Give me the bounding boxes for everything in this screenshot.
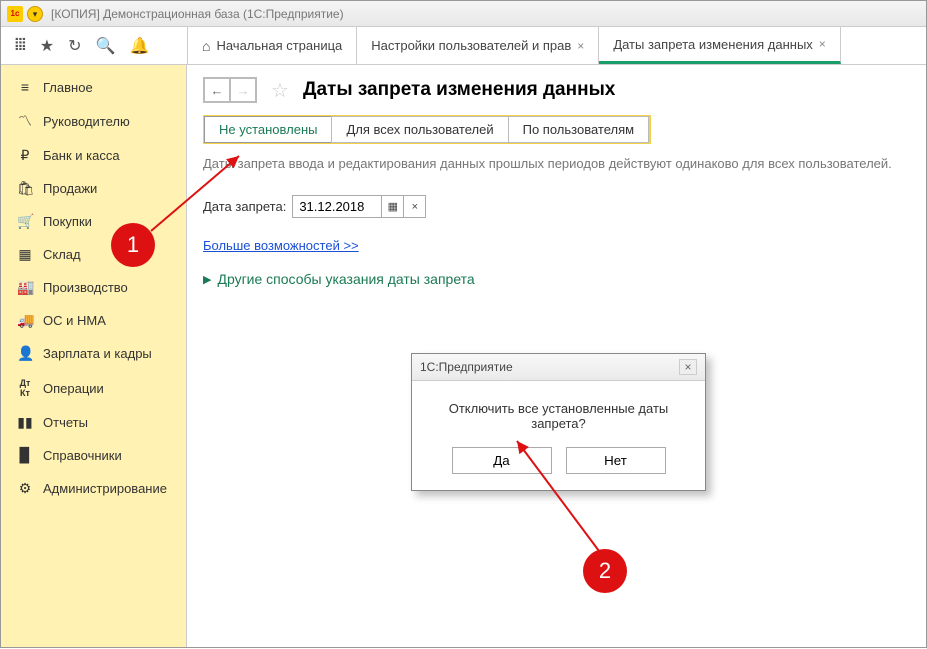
sidebar: ≡Главное 〽Руководителю ₽Банк и касса 🛍Пр… (1, 65, 187, 647)
gear-icon: ⚙ (17, 480, 33, 497)
home-icon: ⌂ (202, 38, 210, 54)
tab-home[interactable]: ⌂ Начальная страница (188, 27, 357, 64)
dtkt-icon: ДтКт (17, 378, 33, 398)
sidebar-item-manager[interactable]: 〽Руководителю (1, 103, 186, 139)
book-icon: ▉ (17, 447, 33, 464)
chart-icon: 〽 (17, 111, 33, 131)
sidebar-item-reports[interactable]: ▮▮Отчеты (1, 406, 186, 439)
dialog-close-icon[interactable]: × (679, 359, 697, 375)
page-title: Даты запрета изменения данных (303, 79, 615, 101)
notifications-icon[interactable]: 🔔 (129, 36, 149, 56)
tab-user-settings[interactable]: Настройки пользователей и прав × (357, 27, 599, 64)
sidebar-item-references[interactable]: ▉Справочники (1, 439, 186, 472)
segment-not-set[interactable]: Не установлены (204, 116, 332, 143)
sidebar-item-assets[interactable]: 🚚ОС и НМА (1, 304, 186, 337)
segment-by-user[interactable]: По пользователям (508, 116, 649, 143)
app-menu-icon[interactable]: ▾ (27, 6, 43, 22)
date-input-group: ▦ × (292, 195, 426, 218)
no-button[interactable]: Нет (566, 447, 666, 474)
dialog-message: Отключить все установленные даты запрета… (412, 381, 705, 441)
tab-label: Даты запрета изменения данных (613, 37, 812, 52)
tab-label: Настройки пользователей и прав (371, 38, 571, 53)
sidebar-item-sales[interactable]: 🛍Продажи (1, 172, 186, 205)
forward-button[interactable]: → (230, 78, 256, 102)
sidebar-item-admin[interactable]: ⚙Администрирование (1, 472, 186, 505)
calendar-icon[interactable]: ▦ (382, 195, 404, 218)
tab-label: Начальная страница (216, 38, 342, 53)
sidebar-item-warehouse[interactable]: ▦Склад (1, 238, 186, 271)
dialog-title-text: 1С:Предприятие (420, 360, 513, 374)
other-methods-expander[interactable]: ▶ Другие способы указания даты запрета (203, 271, 910, 287)
yes-button[interactable]: Да (452, 447, 552, 474)
ruble-icon: ₽ (17, 147, 33, 164)
menu-icon: ≡ (17, 79, 33, 95)
annotation-marker-1: 1 (111, 223, 155, 267)
close-icon[interactable]: × (577, 39, 584, 53)
mode-selector: Не установлены Для всех пользователей По… (203, 115, 651, 144)
chevron-right-icon: ▶ (203, 273, 211, 286)
sidebar-item-purchases[interactable]: 🛒Покупки (1, 205, 186, 238)
more-options-link[interactable]: Больше возможностей >> (203, 238, 359, 253)
sidebar-item-bank[interactable]: ₽Банк и касса (1, 139, 186, 172)
factory-icon: 🏭 (17, 279, 33, 296)
person-icon: 👤 (17, 345, 33, 362)
app-logo-icon: 1c (7, 6, 23, 22)
sidebar-item-production[interactable]: 🏭Производство (1, 271, 186, 304)
confirm-dialog: 1С:Предприятие × Отключить все установле… (411, 353, 706, 491)
cart-icon: 🛒 (17, 213, 33, 230)
annotation-marker-2: 2 (583, 549, 627, 593)
favorite-toggle-icon[interactable]: ☆ (271, 78, 289, 103)
tab-date-restrictions[interactable]: Даты запрета изменения данных × (599, 27, 841, 64)
bag-icon: 🛍 (17, 180, 33, 197)
sidebar-item-payroll[interactable]: 👤Зарплата и кадры (1, 337, 186, 370)
quick-panel: ⦙⦙⦙ ★ ↻ 🔍 🔔 (1, 27, 187, 64)
back-button[interactable]: ← (204, 78, 230, 102)
date-field[interactable] (292, 195, 382, 218)
close-icon[interactable]: × (819, 37, 826, 51)
dialog-titlebar: 1С:Предприятие × (412, 354, 705, 381)
segment-all-users[interactable]: Для всех пользователей (331, 116, 508, 143)
bars-icon: ▮▮ (17, 414, 33, 431)
truck-icon: 🚚 (17, 312, 33, 329)
boxes-icon: ▦ (17, 246, 33, 263)
search-icon[interactable]: 🔍 (96, 36, 116, 56)
sidebar-item-main[interactable]: ≡Главное (1, 71, 186, 103)
open-tabs: ⌂ Начальная страница Настройки пользоват… (187, 27, 926, 64)
history-icon[interactable]: ↻ (68, 36, 81, 56)
apps-icon[interactable]: ⦙⦙⦙ (15, 37, 26, 55)
date-label: Дата запрета: (203, 199, 286, 214)
description-text: Даты запрета ввода и редактирования данн… (203, 156, 910, 171)
top-bar: ⦙⦙⦙ ★ ↻ 🔍 🔔 ⌂ Начальная страница Настрой… (1, 27, 926, 65)
favorites-icon[interactable]: ★ (40, 36, 54, 56)
sidebar-item-operations[interactable]: ДтКтОперации (1, 370, 186, 406)
clear-icon[interactable]: × (404, 195, 426, 218)
window-titlebar: 1c ▾ [КОПИЯ] Демонстрационная база (1С:П… (1, 1, 926, 27)
window-title: [КОПИЯ] Демонстрационная база (1С:Предпр… (51, 7, 344, 21)
